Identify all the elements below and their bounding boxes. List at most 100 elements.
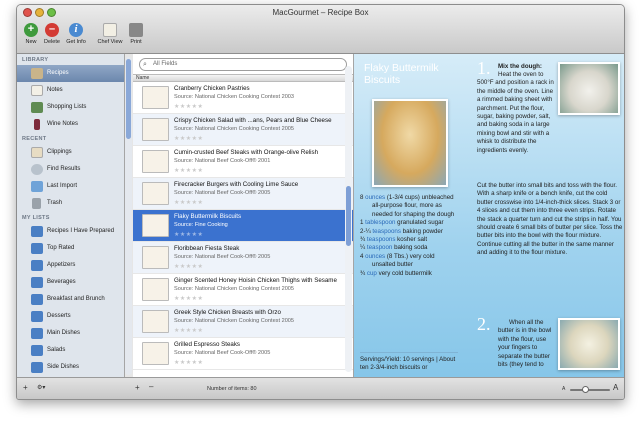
biscuit-photo	[372, 99, 448, 187]
ingredient-unit: tablespoon	[365, 219, 396, 227]
magnifier-icon	[31, 164, 43, 175]
step-2-number: 2.	[477, 314, 491, 334]
chef-view-button[interactable]: Chef View	[97, 23, 123, 45]
sidebar-item-list[interactable]: Breakfast and Brunch	[17, 291, 124, 308]
recipe-list: ⌕ All Fields Name Cranberry Chicken Pastr…	[133, 54, 354, 377]
sidebar-item-find-results[interactable]: Find Results	[17, 161, 124, 178]
step-2-text: When all the butter is in the bowl with …	[498, 319, 552, 369]
recipe-row-title: Flaky Buttermilk Biscuits	[174, 213, 242, 220]
recipe-row-source: Source: National Beef Cook-Off® 2005	[174, 254, 271, 260]
sidebar: LIBRARY Recipes Notes Shopping Lists Win…	[17, 54, 125, 377]
rating-stars[interactable]: ★★★★★	[174, 327, 203, 334]
list-icon	[31, 328, 43, 339]
bottom-bar: + ⚙▾ + – Number of items: 80 A A	[17, 377, 624, 399]
sidebar-item-list[interactable]: Top Rated	[17, 240, 124, 257]
recipe-row-source: Source: National Chicken Cooking Contest…	[174, 286, 295, 292]
print-button[interactable]: Print	[123, 23, 149, 45]
recipe-row-source: Source: Fine Cooking	[174, 222, 228, 228]
search-input[interactable]: ⌕ All Fields	[139, 58, 347, 71]
note-icon	[31, 85, 43, 96]
rating-stars[interactable]: ★★★★★	[174, 103, 203, 110]
trash-icon	[32, 198, 41, 209]
list-icon	[31, 345, 43, 356]
list-icon	[31, 226, 43, 237]
rating-stars[interactable]: ★★★★★	[174, 199, 203, 206]
recipe-row-source: Source: National Beef Cook-Off® 2005	[174, 350, 271, 356]
import-icon	[31, 181, 43, 192]
sidebar-item-shopping-lists[interactable]: Shopping Lists	[17, 99, 124, 116]
ingredient-unit: teaspoons	[372, 227, 401, 235]
recipe-row[interactable]: Cranberry Chicken Pastries Source: Nation…	[133, 82, 353, 114]
sidebar-scroll-thumb[interactable]	[126, 59, 131, 139]
sidebar-item-list[interactable]: Side Dishes	[17, 359, 124, 376]
list-icon	[31, 260, 43, 271]
sidebar-item-list[interactable]: Desserts	[17, 308, 124, 325]
minus-icon: –	[45, 23, 59, 37]
sidebar-item-wine-notes[interactable]: Wine Notes	[17, 116, 124, 133]
list-scroll-thumb[interactable]	[346, 186, 351, 246]
recipe-thumbnail	[142, 150, 169, 173]
sidebar-item-list[interactable]: Recipes I Have Prepared	[17, 223, 124, 240]
recipe-row[interactable]: Greek Style Chicken Breasts with Orzo Sou…	[133, 306, 353, 338]
recipe-row[interactable]: Crispy Chicken Salad with ...ans, Pears …	[133, 114, 353, 146]
recipe-row[interactable]: Grilled Espresso Steaks Source: National …	[133, 338, 353, 370]
sidebar-item-notes[interactable]: Notes	[17, 82, 124, 99]
sidebar-scrollbar[interactable]	[125, 57, 132, 375]
dough-photo	[558, 62, 620, 115]
rating-stars[interactable]: ★★★★★	[174, 359, 203, 366]
sidebar-item-list[interactable]: Beverages	[17, 274, 124, 291]
step-1-continued: Cut the butter into small bits and toss …	[477, 182, 623, 257]
recipe-row-title: Cumin-crusted Beef Steaks with Orange-ol…	[174, 149, 319, 156]
rating-stars[interactable]: ★★★★★	[174, 231, 203, 238]
name-column-header[interactable]: Name	[133, 74, 353, 82]
ingredient-unit: teaspoons	[366, 236, 396, 244]
wine-bottle-icon	[34, 119, 40, 130]
add-recipe-button[interactable]: +	[135, 383, 140, 392]
sidebar-item-list[interactable]: Appetizers	[17, 257, 124, 274]
info-icon: i	[69, 23, 83, 37]
rating-stars[interactable]: ★★★★★	[174, 263, 203, 270]
recipe-row[interactable]: Flaky Buttermilk Biscuits Source: Fine Co…	[133, 210, 353, 242]
recipe-thumbnail	[142, 278, 169, 301]
rating-stars[interactable]: ★★★★★	[174, 167, 203, 174]
ingredient: 1 tablespoon granulated sugar	[360, 219, 444, 227]
remove-recipe-button[interactable]: –	[149, 382, 153, 391]
recipe-row[interactable]: Floribbean Fiesta Steak Source: National …	[133, 242, 353, 274]
clipping-icon	[31, 147, 43, 158]
list-scrollbar[interactable]	[345, 66, 352, 372]
text-size-slider[interactable]	[570, 386, 610, 393]
recipe-row-title: Floribbean Fiesta Steak	[174, 245, 240, 252]
sidebar-item-list[interactable]: Main Dishes	[17, 325, 124, 342]
list-icon	[31, 311, 43, 322]
rating-stars[interactable]: ★★★★★	[174, 295, 203, 302]
delete-button[interactable]: – Delete	[39, 23, 65, 45]
sidebar-item-recipes[interactable]: Recipes	[17, 65, 124, 82]
recipe-thumbnail	[142, 246, 169, 269]
rating-stars[interactable]: ★★★★★	[174, 135, 203, 142]
recipe-row[interactable]: Cumin-crusted Beef Steaks with Orange-ol…	[133, 146, 353, 178]
recipe-thumbnail	[142, 118, 169, 141]
recent-header: RECENT	[22, 136, 47, 142]
search-icon: ⌕	[143, 61, 147, 68]
text-large-icon: A	[613, 383, 619, 392]
sidebar-item-list[interactable]: Salads	[17, 342, 124, 359]
ingredient: ¾ teaspoons kosher salt	[360, 236, 428, 244]
recipe-box-icon	[31, 68, 43, 79]
app-window: MacGourmet – Recipe Box + New – Delete i Ge…	[16, 4, 625, 400]
list-icon	[31, 277, 43, 288]
titlebar: MacGourmet – Recipe Box + New – Delete i Ge…	[17, 5, 624, 54]
recipe-row-title: Firecracker Burgers with Cooling Lime Sa…	[174, 181, 299, 188]
sidebar-item-clippings[interactable]: Clippings	[17, 144, 124, 161]
recipe-row-title: Greek Style Chicken Breasts with Orzo	[174, 309, 281, 316]
gear-icon[interactable]: ⚙▾	[37, 384, 45, 391]
sidebar-item-last-import[interactable]: Last Import	[17, 178, 124, 195]
recipe-row[interactable]: Firecracker Burgers with Cooling Lime Sa…	[133, 178, 353, 210]
recipe-row-source: Source: National Chicken Cooking Contest…	[174, 94, 295, 100]
printer-icon	[129, 23, 143, 37]
library-header: LIBRARY	[22, 57, 49, 63]
slider-knob[interactable]	[582, 386, 589, 393]
sidebar-item-trash[interactable]: Trash	[17, 195, 124, 212]
add-list-button[interactable]: +	[23, 383, 28, 392]
get-info-button[interactable]: i Get Info	[63, 23, 89, 45]
recipe-row[interactable]: Ginger Scented Honey Hoisin Chicken Thig…	[133, 274, 353, 306]
